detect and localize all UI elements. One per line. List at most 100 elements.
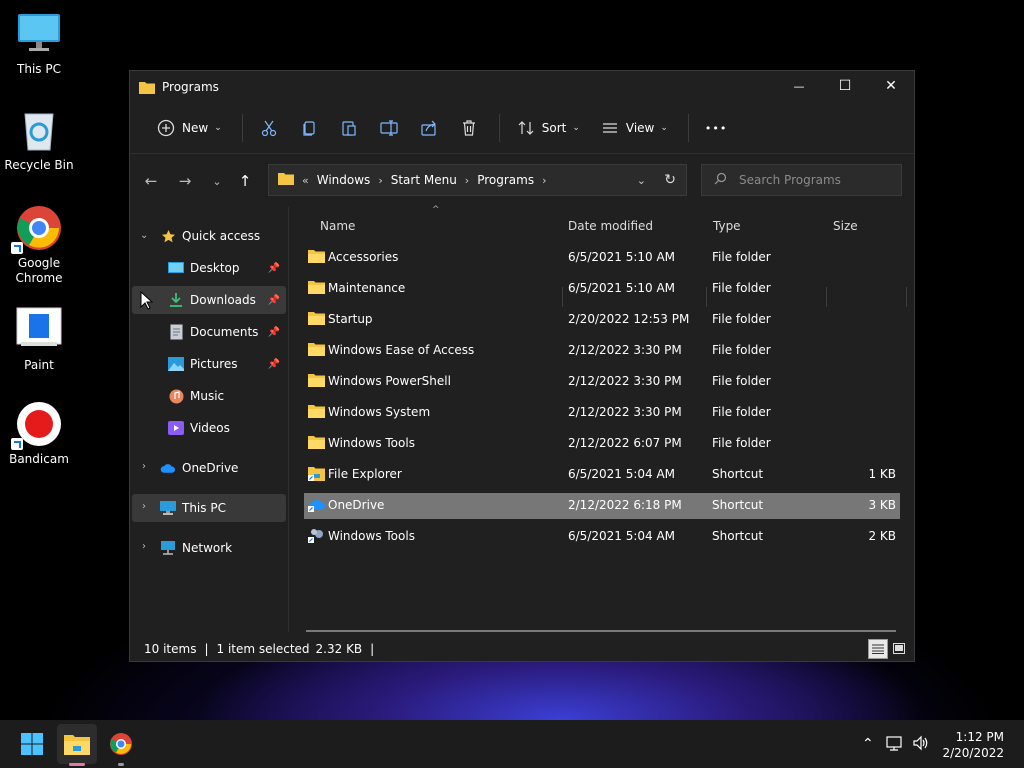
folder-icon <box>308 373 325 388</box>
document-icon <box>168 324 184 340</box>
file-row[interactable]: OneDrive 2/12/2022 6:18 PM Shortcut 3 KB <box>304 493 900 519</box>
view-button[interactable]: View ⌄ <box>592 112 676 144</box>
clock-time: 1:12 PM <box>955 730 1004 744</box>
pin-icon[interactable]: 📌 <box>268 295 280 306</box>
selection-size: 2.32 KB <box>315 642 363 656</box>
file-row[interactable]: Windows System 2/12/2022 3:30 PM File fold… <box>304 400 900 426</box>
taskbar: ⌃ 1:12 PM 2/20/2022 <box>0 720 1024 768</box>
chevron-down-icon: ⌄ <box>572 123 580 133</box>
file-name: Startup <box>328 312 373 326</box>
toolbar-divider <box>687 114 689 142</box>
file-row[interactable]: Accessories 6/5/2021 5:10 AM File folder <box>304 245 900 271</box>
nav-pictures[interactable]: Pictures 📌 <box>168 351 286 377</box>
volume-icon[interactable] <box>912 735 930 754</box>
forward-button[interactable]: → <box>168 166 202 196</box>
pictures-icon <box>168 356 184 372</box>
chevron-down-icon: ⌄ <box>214 123 222 133</box>
nav-quick-access[interactable]: Quick access <box>160 223 260 249</box>
close-button[interactable]: ✕ <box>868 71 914 101</box>
clock-date: 2/20/2022 <box>942 746 1004 760</box>
chevron-right-icon[interactable]: › <box>142 461 146 472</box>
sort-label: Sort <box>541 121 567 135</box>
file-row[interactable]: Startup 2/20/2022 12:53 PM File folder <box>304 307 900 333</box>
nav-this-pc[interactable]: This PC <box>160 495 226 521</box>
nav-desktop[interactable]: Desktop 📌 <box>168 255 286 281</box>
folder-icon <box>308 280 325 295</box>
horizontal-scrollbar[interactable] <box>306 630 896 632</box>
nav-onedrive[interactable]: OneDrive <box>160 455 238 481</box>
pin-icon[interactable]: 📌 <box>268 359 280 370</box>
scissors-icon <box>259 118 279 138</box>
refresh-icon[interactable]: ↻ <box>664 172 676 188</box>
desktop-icon-bandicam[interactable]: Bandicam <box>0 400 78 467</box>
plus-circle-icon <box>156 118 176 138</box>
details-view-toggle[interactable] <box>868 639 888 659</box>
search-box[interactable] <box>701 164 902 196</box>
desktop-icon-recycle-bin[interactable]: Recycle Bin <box>0 106 78 173</box>
up-button[interactable]: ↑ <box>228 166 262 196</box>
file-row[interactable]: Windows Tools 6/5/2021 5:04 AM Shortcut 2 K… <box>304 524 900 550</box>
title-bar[interactable]: Programs — ☐ ✕ <box>130 71 914 103</box>
paste-button[interactable] <box>331 112 367 144</box>
share-button[interactable] <box>411 112 447 144</box>
cut-button[interactable] <box>251 112 287 144</box>
back-button[interactable]: ← <box>134 166 168 196</box>
minimize-button[interactable]: — <box>776 71 822 101</box>
nav-downloads[interactable]: Downloads 📌 <box>168 287 286 313</box>
file-row[interactable]: Maintenance 6/5/2021 5:10 AM File folder <box>304 276 900 302</box>
chevron-right-icon[interactable]: › <box>142 501 146 512</box>
more-options-button[interactable]: ••• <box>697 112 735 144</box>
maximize-button[interactable]: ☐ <box>822 71 868 101</box>
address-bar[interactable]: « Windows › Start Menu › Programs › ⌄ ↻ <box>268 164 687 196</box>
file-row[interactable]: Windows Tools 2/12/2022 6:07 PM File folde… <box>304 431 900 457</box>
pin-icon[interactable]: 📌 <box>268 263 280 274</box>
clock[interactable]: 1:12 PM 2/20/2022 <box>942 729 1004 761</box>
column-header-date[interactable]: Date modified <box>568 213 653 239</box>
pin-icon[interactable]: 📌 <box>268 327 280 338</box>
file-row[interactable]: Windows Ease of Access 2/12/2022 3:30 PM F… <box>304 338 900 364</box>
nav-label: Quick access <box>182 229 261 243</box>
breadcrumb-start-menu[interactable]: Start Menu <box>391 173 457 187</box>
ellipsis-icon: ••• <box>704 121 728 135</box>
chevron-right-icon[interactable]: › <box>142 541 146 552</box>
desktop-icon-this-pc[interactable]: This PC <box>0 10 78 77</box>
large-icons-view-icon <box>893 642 905 654</box>
address-overflow[interactable]: « <box>302 174 309 187</box>
file-row[interactable]: Windows PowerShell 2/12/2022 3:30 PM File … <box>304 369 900 395</box>
video-icon <box>168 420 184 436</box>
file-type: File folder <box>712 250 771 264</box>
nav-music[interactable]: Music <box>168 383 224 409</box>
network-status-icon[interactable] <box>886 735 904 754</box>
folder-icon <box>308 404 325 419</box>
breadcrumb-windows[interactable]: Windows <box>317 173 371 187</box>
rename-button[interactable] <box>371 112 407 144</box>
chevron-down-icon[interactable]: ⌄ <box>140 230 148 241</box>
large-icons-view-toggle[interactable] <box>890 639 908 657</box>
status-divider: | <box>370 642 375 656</box>
toolbar-divider <box>241 114 243 142</box>
column-header-type[interactable]: Type <box>713 213 741 239</box>
nav-videos[interactable]: Videos <box>168 415 230 441</box>
chrome-icon <box>11 204 63 254</box>
paint-icon <box>15 306 63 354</box>
copy-button[interactable] <box>291 112 327 144</box>
delete-button[interactable] <box>451 112 487 144</box>
nav-network[interactable]: Network <box>160 535 232 561</box>
taskbar-file-explorer[interactable] <box>57 724 97 766</box>
desktop-icon-paint[interactable]: Paint <box>0 306 78 373</box>
nav-documents[interactable]: Documents 📌 <box>168 319 286 345</box>
column-header-size[interactable]: Size <box>833 213 858 239</box>
start-button[interactable] <box>12 724 52 764</box>
column-divider[interactable] <box>906 287 907 307</box>
file-row[interactable]: File Explorer 6/5/2021 5:04 AM Shortcut 1 K… <box>304 462 900 488</box>
new-button[interactable]: New ⌄ <box>148 112 230 144</box>
desktop-icon-chrome[interactable]: Google Chrome <box>0 204 78 286</box>
column-header-name[interactable]: Name <box>320 213 355 239</box>
sort-button[interactable]: Sort ⌄ <box>508 112 588 144</box>
chevron-up-icon[interactable]: ⌃ <box>862 736 874 752</box>
address-history-dropdown[interactable]: ⌄ <box>637 174 646 187</box>
breadcrumb-programs[interactable]: Programs <box>477 173 534 187</box>
bandicam-icon <box>11 400 63 450</box>
taskbar-chrome[interactable] <box>101 724 141 766</box>
search-input[interactable] <box>737 172 901 188</box>
